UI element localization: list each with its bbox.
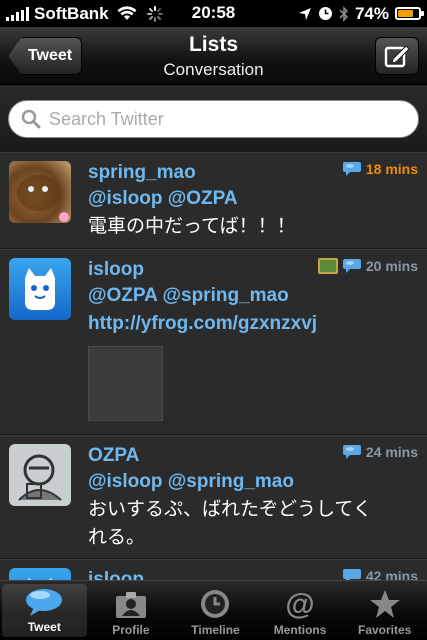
alarm-clock-icon: [318, 7, 332, 20]
page-subtitle: Conversation: [163, 60, 264, 79]
search-bar: [0, 86, 427, 152]
tweet-mentions[interactable]: @OZPA @spring_mao: [88, 282, 427, 310]
battery-fill: [398, 10, 413, 17]
tab-tweet[interactable]: Tweet: [2, 584, 87, 637]
tweet-meta: 20 mins: [317, 258, 418, 274]
star-icon: [369, 590, 400, 618]
reply-bubble-icon: [342, 569, 361, 580]
tab-mentions[interactable]: @ Mentions: [258, 581, 343, 640]
svg-text:@: @: [285, 588, 314, 620]
avatar: [9, 161, 71, 223]
compose-icon: [384, 45, 410, 68]
tab-bar: Tweet Profile Timeline @ Mentions Favori…: [0, 580, 427, 640]
tweet-mentions[interactable]: @isloop @spring_mao: [88, 468, 427, 496]
battery-percent: 74%: [354, 3, 389, 23]
bluetooth-icon: [339, 5, 349, 22]
tweet-text: 電車の中だってば！！！: [88, 216, 296, 237]
avatar: [9, 258, 71, 320]
location-arrow-icon: [298, 7, 311, 20]
search-input[interactable]: [49, 108, 389, 130]
reply-bubble-icon: [342, 259, 361, 273]
tab-label: Mentions: [273, 623, 327, 637]
tweet-meta: 18 mins: [342, 161, 418, 177]
battery-icon: [395, 7, 424, 20]
tweet-mentions[interactable]: @isloop @OZPA: [88, 185, 427, 213]
tweet-time-unit: mins: [385, 161, 418, 177]
reply-bubble-icon: [342, 445, 361, 459]
search-field-container[interactable]: [8, 100, 419, 138]
tab-timeline[interactable]: Timeline: [173, 581, 258, 640]
tweet-meta: 42 mins: [342, 568, 418, 580]
tweet-time: 42: [365, 568, 382, 580]
avatar-image: [17, 175, 69, 222]
clock-icon: [201, 590, 230, 618]
tab-label: Profile: [112, 623, 150, 637]
search-icon: [21, 109, 41, 129]
tweet-meta: 24 mins: [342, 444, 418, 460]
at-sign-icon: @: [285, 588, 314, 620]
avatar-image: [25, 268, 55, 310]
tab-label: Tweet: [27, 620, 61, 634]
avatar-image: [18, 454, 62, 501]
navigation-bar: Tweet Lists Conversation: [0, 27, 427, 85]
tweet-link[interactable]: http://yfrog.com/gzxnzxvj: [88, 310, 427, 338]
avatar: [9, 444, 71, 506]
tweet-time: 18: [365, 161, 382, 177]
tab-label: Timeline: [191, 623, 240, 637]
tweet-text-line-2: れる。: [88, 527, 146, 548]
tweet-time: 24: [365, 444, 382, 460]
speech-bubble-icon: [26, 589, 63, 616]
photo-attachment-icon: [317, 258, 338, 274]
tab-label: Favorites: [357, 623, 412, 637]
compose-button[interactable]: [375, 37, 419, 75]
avatar: [9, 568, 71, 580]
tweet-row[interactable]: isloop 42 mins: [0, 559, 427, 580]
avatar-image: [28, 578, 52, 580]
profile-card-icon: [115, 592, 146, 618]
reply-bubble-icon: [342, 162, 361, 176]
status-bar: SoftBank 20:58 74%: [0, 0, 427, 27]
tweet-time-unit: mins: [385, 258, 418, 274]
tweet-time-unit: mins: [385, 568, 418, 580]
tweet-time-unit: mins: [385, 444, 418, 460]
tab-profile[interactable]: Profile: [89, 581, 174, 640]
tweet-row[interactable]: isloop @OZPA @spring_mao http://yfrog.co…: [0, 249, 427, 435]
tweet-row[interactable]: spring_mao @isloop @OZPA 電車の中だってば！！！ 18 …: [0, 152, 427, 249]
tweet-row[interactable]: OZPA @isloop @spring_mao おいするぷ、ばれたぞどうしてく…: [0, 435, 427, 559]
photo-thumbnail[interactable]: [88, 346, 163, 421]
tab-favorites[interactable]: Favorites: [342, 581, 427, 640]
page-title: Lists: [188, 33, 238, 56]
tweet-text-line-1: おいするぷ、ばれたぞどうしてく: [88, 499, 372, 520]
tweet-list[interactable]: spring_mao @isloop @OZPA 電車の中だってば！！！ 18 …: [0, 152, 427, 580]
tweet-time: 20: [365, 258, 382, 274]
